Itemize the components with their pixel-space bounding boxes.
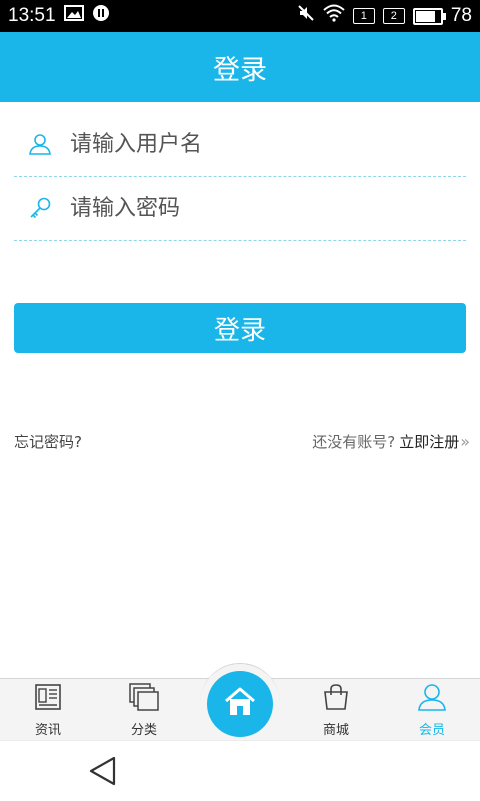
sim1-icon: 1 xyxy=(352,8,375,24)
home-button[interactable] xyxy=(207,671,273,737)
image-icon xyxy=(63,5,84,27)
no-account-text: 还没有账号? xyxy=(312,432,396,451)
battery-level: 78 xyxy=(450,5,472,26)
back-icon[interactable] xyxy=(86,755,120,787)
shopping-bag-icon xyxy=(322,683,350,715)
key-icon xyxy=(14,196,62,220)
pause-icon xyxy=(92,4,110,28)
page-title: 登录 xyxy=(213,54,267,86)
status-time: 13:51 xyxy=(8,5,56,26)
chevron-right-icon: » xyxy=(460,431,470,451)
username-input[interactable] xyxy=(68,130,466,158)
app-header: 登录 xyxy=(0,32,480,102)
nav-label-category: 分类 xyxy=(130,723,157,738)
nav-item-member[interactable]: 会员 xyxy=(392,683,472,739)
password-input[interactable] xyxy=(68,194,466,222)
nav-label-member: 会员 xyxy=(418,723,445,738)
auth-links: 忘记密码? 还没有账号? 立即注册 » xyxy=(14,428,470,454)
wifi-icon xyxy=(323,4,345,28)
user-icon xyxy=(14,132,62,156)
status-bar: 13:51 1 2 78 xyxy=(0,0,480,32)
username-field[interactable] xyxy=(14,112,466,177)
member-icon xyxy=(417,683,447,715)
mute-icon xyxy=(297,4,315,28)
battery-icon xyxy=(412,7,446,25)
sim2-icon: 2 xyxy=(382,8,405,24)
nav-item-mall[interactable]: 商城 xyxy=(296,683,376,739)
system-nav-bar xyxy=(0,740,480,801)
nav-item-category[interactable]: 分类 xyxy=(104,683,184,739)
login-button[interactable]: 登录 xyxy=(14,303,466,353)
register-link[interactable]: 立即注册 xyxy=(399,431,459,452)
register-area: 还没有账号? 立即注册 » xyxy=(312,431,470,452)
nav-label-news: 资讯 xyxy=(34,723,61,738)
forgot-password-link[interactable]: 忘记密码? xyxy=(14,431,82,452)
nav-item-news[interactable]: 资讯 xyxy=(8,683,88,739)
category-icon xyxy=(129,683,159,715)
password-field[interactable] xyxy=(14,176,466,241)
news-icon xyxy=(34,683,62,715)
nav-label-mall: 商城 xyxy=(322,723,349,738)
home-icon xyxy=(224,687,256,721)
